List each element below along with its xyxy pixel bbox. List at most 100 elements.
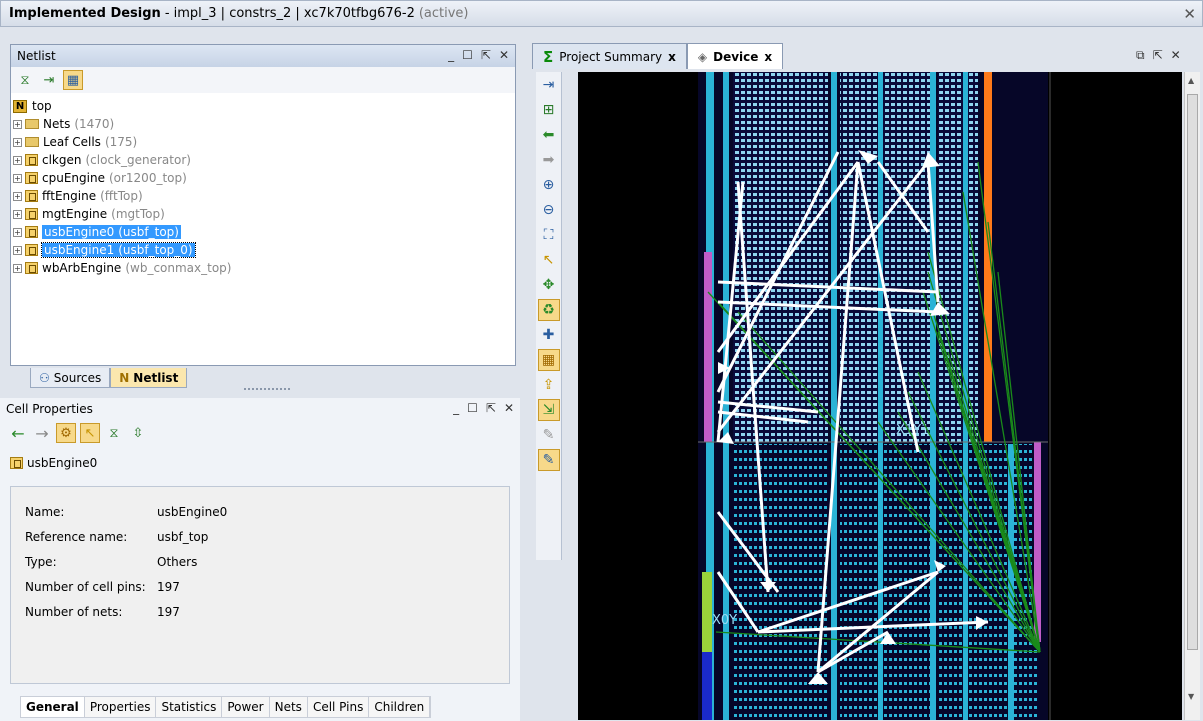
- cell-icon: [25, 208, 38, 220]
- netlist-tab-icon: N: [119, 370, 130, 385]
- window-title: Implemented Design: [9, 6, 161, 21]
- tree-row-name: Leaf Cells: [43, 135, 101, 149]
- tree-root[interactable]: N top: [13, 97, 513, 115]
- scroll-thumb[interactable]: [1187, 94, 1198, 650]
- close-icon[interactable]: ✕: [1171, 48, 1181, 63]
- expand-icon[interactable]: +: [13, 173, 22, 183]
- maximize-icon[interactable]: ☐: [462, 48, 473, 62]
- subtab-cell-pins[interactable]: Cell Pins: [308, 697, 370, 717]
- expand-icon[interactable]: +: [13, 209, 22, 219]
- routing-resources-icon[interactable]: ⊞: [538, 99, 560, 121]
- restore-icon[interactable]: ⧉: [1136, 48, 1145, 63]
- move-icon[interactable]: ✥: [538, 274, 560, 296]
- property-value: usbf_top: [157, 530, 209, 544]
- expand-icon[interactable]: +: [13, 245, 22, 255]
- expand-icon[interactable]: ⇳: [128, 423, 148, 443]
- highlight-icon[interactable]: ✎: [537, 449, 560, 471]
- forward-arrow-icon[interactable]: ➡: [538, 149, 560, 171]
- place-icon[interactable]: ⇲: [537, 399, 560, 421]
- expand-icon[interactable]: +: [13, 155, 22, 165]
- properties-subtabs: General Properties Statistics Power Nets Cell…: [20, 696, 432, 718]
- expand-icon[interactable]: +: [13, 137, 22, 147]
- select-pointer-icon[interactable]: ↖: [538, 249, 560, 271]
- tab-device[interactable]: ◈ Device x: [686, 43, 784, 69]
- tree-row[interactable]: + usbEngine1 (usbf_top_0): [13, 241, 513, 259]
- subtab-properties[interactable]: Properties: [85, 697, 157, 717]
- splitter-handle[interactable]: [244, 388, 290, 390]
- tree-row[interactable]: + wbArbEngine (wb_conmax_top): [13, 259, 513, 277]
- cell-properties-title: Cell Properties: [6, 402, 93, 416]
- export-icon[interactable]: ⇪: [538, 374, 560, 396]
- show-hierarchy-icon[interactable]: ▦: [63, 70, 83, 90]
- auto-place-icon[interactable]: ♻: [537, 299, 560, 321]
- subtab-children[interactable]: Children: [369, 697, 431, 717]
- tree-row-label: Leaf Cells (175): [43, 135, 137, 149]
- zoom-out-icon[interactable]: ⊖: [538, 199, 560, 221]
- cell-icon: [25, 190, 38, 202]
- zoom-fit-icon[interactable]: ⛶: [538, 224, 560, 246]
- tree-row[interactable]: + cpuEngine (or1200_top): [13, 169, 513, 187]
- tree-row[interactable]: + Nets (1470): [13, 115, 513, 133]
- close-icon[interactable]: ✕: [504, 401, 514, 415]
- property-label: Number of cell pins:: [25, 580, 146, 594]
- scroll-up-icon[interactable]: ▲: [1188, 76, 1194, 85]
- tab-close-icon[interactable]: x: [668, 50, 676, 64]
- expand-icon[interactable]: +: [13, 119, 22, 129]
- cell-icon: [25, 226, 38, 238]
- expand-icon[interactable]: +: [13, 227, 22, 237]
- expand-icon[interactable]: +: [13, 263, 22, 273]
- unplace-icon[interactable]: ✎: [538, 424, 560, 446]
- device-scrollbar[interactable]: ▲ ▼: [1184, 72, 1200, 720]
- tree-row-detail: (fftTop): [100, 189, 143, 203]
- cell-properties-toolbar: ← → ⚙ ↖ ⧖ ⇳: [0, 420, 520, 446]
- tree-row[interactable]: + mgtEngine (mgtTop): [13, 205, 513, 223]
- close-icon[interactable]: ✕: [499, 48, 509, 62]
- properties-box: Name: usbEngine0 Reference name: usbf_top Ty…: [10, 486, 510, 684]
- subtab-statistics[interactable]: Statistics: [156, 697, 223, 717]
- forward-arrow-icon[interactable]: →: [32, 423, 52, 443]
- maximize-icon[interactable]: ☐: [467, 401, 478, 415]
- tab-device-label: Device: [713, 49, 759, 64]
- tree-row-label: clkgen (clock_generator): [42, 153, 191, 167]
- tab-project-summary[interactable]: Σ Project Summary x: [532, 43, 687, 69]
- subtab-nets[interactable]: Nets: [270, 697, 308, 717]
- expand-all-icon[interactable]: ⇥: [39, 70, 59, 90]
- add-pblock-icon[interactable]: ✚: [538, 324, 560, 346]
- folder-icon: [25, 119, 39, 129]
- left-bottom-tabs: ⚇ Sources N Netlist: [0, 366, 520, 388]
- tree-row-detail: (1470): [74, 117, 115, 131]
- tree-row[interactable]: + clkgen (clock_generator): [13, 151, 513, 169]
- expand-icon[interactable]: +: [13, 191, 22, 201]
- select-cells-icon[interactable]: ⚙: [56, 423, 76, 443]
- hierarchy-icon[interactable]: ▦: [537, 349, 560, 371]
- tab-close-icon[interactable]: x: [764, 50, 772, 64]
- scroll-down-icon[interactable]: ▼: [1188, 692, 1194, 701]
- property-value: Others: [157, 555, 198, 569]
- zoom-in-icon[interactable]: ⊕: [538, 174, 560, 196]
- tab-netlist-label: Netlist: [133, 370, 179, 385]
- subtab-general[interactable]: General: [21, 697, 85, 717]
- netlist-tree: N top + Nets (1470) + Leaf Cells (175) + clkgen…: [13, 95, 513, 363]
- float-icon[interactable]: ⇱: [1153, 48, 1163, 63]
- back-arrow-icon[interactable]: ←: [8, 423, 28, 443]
- tab-sources-label: Sources: [53, 370, 102, 385]
- back-arrow-icon[interactable]: ⬅: [538, 124, 560, 146]
- tree-row[interactable]: + fftEngine (fftTop): [13, 187, 513, 205]
- window-close-icon[interactable]: ✕: [1183, 5, 1196, 23]
- autofit-icon[interactable]: ⇥: [538, 74, 560, 96]
- blue-block: [702, 652, 712, 720]
- tab-sources[interactable]: ⚇ Sources: [30, 368, 111, 388]
- collapse-icon[interactable]: ⧖: [104, 423, 124, 443]
- float-icon[interactable]: ⇱: [481, 48, 491, 62]
- subtab-power[interactable]: Power: [222, 697, 270, 717]
- tree-row-name: fftEngine: [42, 189, 97, 203]
- collapse-all-icon[interactable]: ⧖: [15, 70, 35, 90]
- minimize-icon[interactable]: _: [453, 401, 459, 415]
- minimize-icon[interactable]: _: [448, 48, 454, 62]
- tab-netlist[interactable]: N Netlist: [110, 368, 188, 388]
- device-canvas[interactable]: X1Y1 X0Y: [578, 72, 1182, 720]
- pointer-icon[interactable]: ↖: [80, 423, 100, 443]
- float-icon[interactable]: ⇱: [486, 401, 496, 415]
- tree-row[interactable]: + Leaf Cells (175): [13, 133, 513, 151]
- tree-row[interactable]: + usbEngine0 (usbf_top): [13, 223, 513, 241]
